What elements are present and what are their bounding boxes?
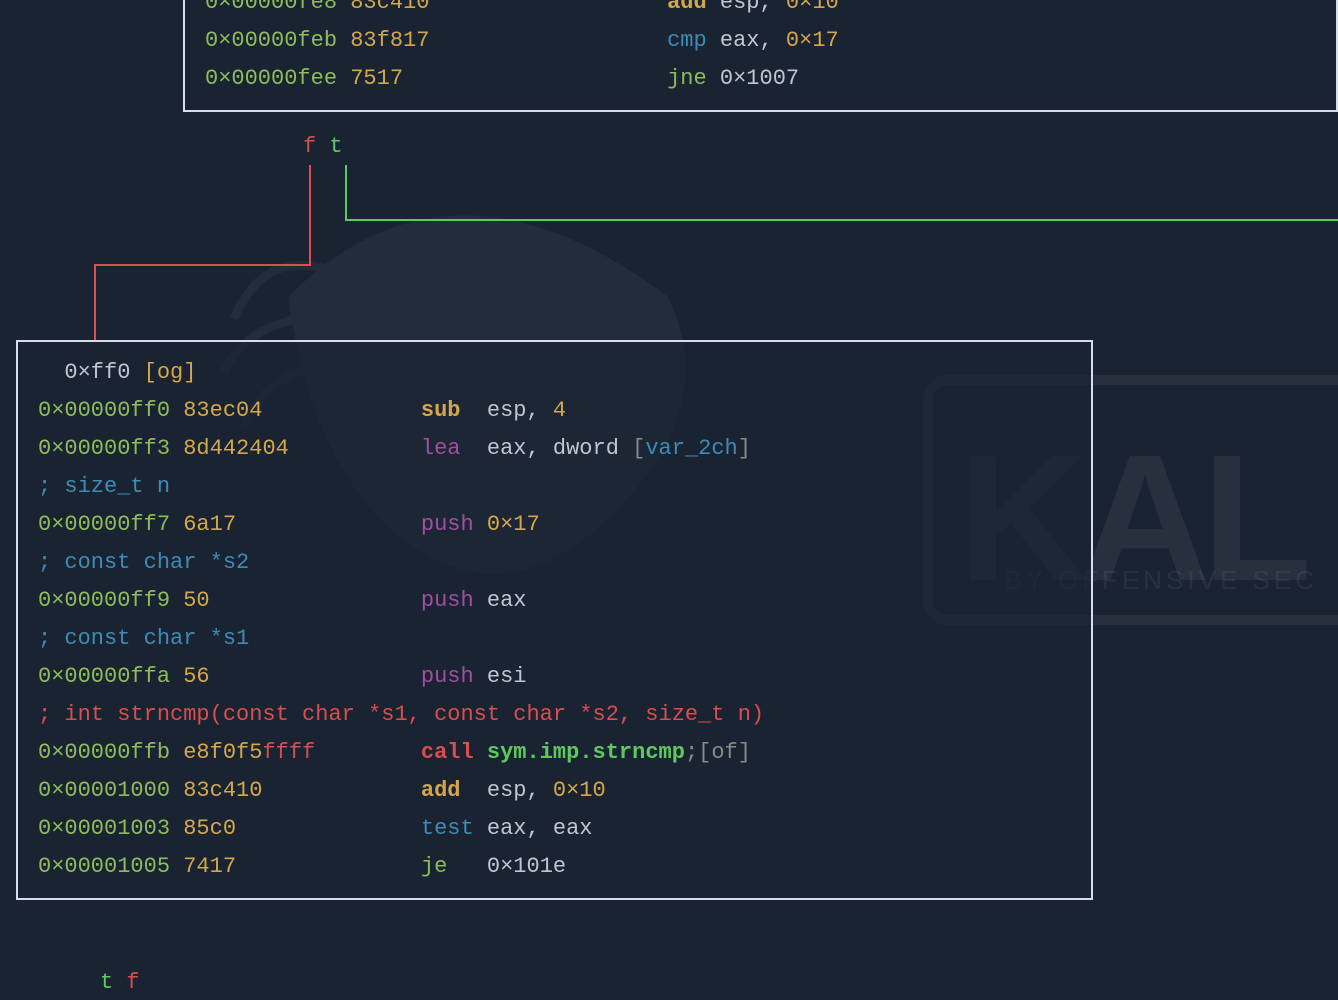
branch-false-label: f <box>303 134 316 159</box>
asm-comment: ; const char *s1 <box>38 620 1071 658</box>
asm-comment: ; size_t n <box>38 468 1071 506</box>
branch-labels: f t <box>303 128 343 166</box>
asm-comment: ; const char *s2 <box>38 544 1071 582</box>
branch-true-label-bottom: t <box>100 970 113 995</box>
branch-true-label: t <box>329 134 342 159</box>
asm-instruction: 0×00001000 83c410 add esp, 0×10 <box>38 772 1071 810</box>
asm-instruction: 0×00000fee 7517 jne 0×1007 <box>205 60 1316 98</box>
asm-instruction: 0×00001003 85c0 test eax, eax <box>38 810 1071 848</box>
asm-instruction: 0×00001005 7417 je 0×101e <box>38 848 1071 886</box>
asm-instruction: 0×00000ff0 83ec04 sub esp, 4 <box>38 392 1071 430</box>
asm-comment: ; int strncmp(const char *s1, const char… <box>38 696 1071 734</box>
asm-instruction: 0×00000fe8 83c410 add esp, 0×10 <box>205 0 1316 22</box>
asm-instruction: 0×00000ffb e8f0f5ffff call sym.imp.strnc… <box>38 734 1071 772</box>
branch-false-label-bottom: f <box>126 970 139 995</box>
asm-instruction: 0×00000ff3 8d442404 lea eax, dword [var_… <box>38 430 1071 468</box>
flow-edge-true <box>346 165 1338 220</box>
disasm-block-bottom: 0×ff0 [og]0×00000ff0 83ec04 sub esp, 40×… <box>16 340 1093 900</box>
asm-instruction: 0×00000ff9 50 push eax <box>38 582 1071 620</box>
flow-edge-false <box>95 165 310 340</box>
branch-labels-bottom: t f <box>100 970 140 995</box>
block-header: 0×ff0 [og] <box>38 354 1071 392</box>
asm-instruction: 0×00000feb 83f817 cmp eax, 0×17 <box>205 22 1316 60</box>
asm-instruction: 0×00000ff7 6a17 push 0×17 <box>38 506 1071 544</box>
asm-instruction: 0×00000ffa 56 push esi <box>38 658 1071 696</box>
disasm-block-top: 0×00000fe8 83c410 add esp, 0×100×00000fe… <box>183 0 1338 112</box>
